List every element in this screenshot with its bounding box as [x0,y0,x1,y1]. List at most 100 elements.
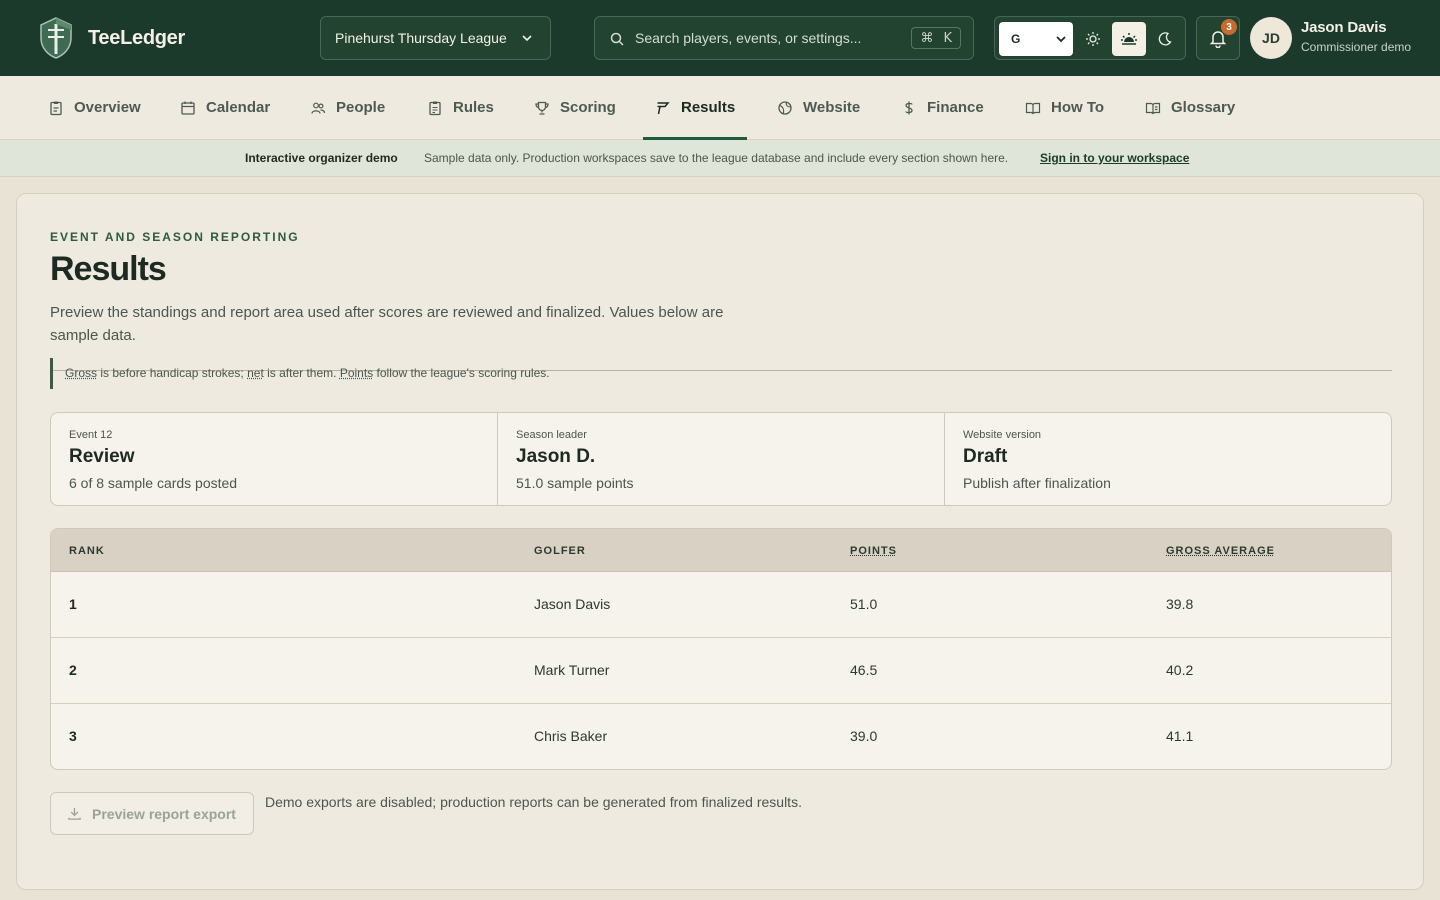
golfer-cell: Mark Turner [534,662,610,678]
column-header-gross-average[interactable]: GROSS AVERAGE [1166,545,1275,557]
sun-icon [1086,32,1100,46]
theme-dark-button[interactable] [1148,22,1182,56]
points-cell: 51.0 [850,596,878,612]
calendar-icon [181,101,195,115]
trophy-icon [535,101,549,115]
tab-label: People [336,99,386,116]
notification-count-badge: 3 [1221,19,1237,35]
tab-label: Overview [74,99,141,116]
shield-logo-icon [40,17,72,59]
stat-value: Jason D. [516,446,596,467]
stat-label: Website version [963,429,1042,441]
stat-season-leader: Season leader Jason D. 51.0 sample point… [498,413,945,505]
league-selector[interactable]: Pinehurst Thursday League [320,16,551,60]
banner-title: Interactive organizer demo [245,151,398,165]
command-key-icon: ⌘ [920,30,934,46]
column-header-rank[interactable]: RANK [69,545,105,557]
tab-calendar[interactable]: Calendar [180,76,270,139]
stat-value: Draft [963,446,1008,467]
column-header-points[interactable]: POINTS [850,545,897,557]
chevron-down-icon [522,35,532,42]
gross-average-cell: 41.1 [1166,728,1194,744]
golfer-cell: Chris Baker [534,728,608,744]
stat-subtext: Publish after finalization [963,475,1111,491]
keyboard-shortcut-hint: ⌘ K [911,27,961,49]
stat-label: Event 12 [69,429,113,441]
sunrise-icon [1121,33,1137,45]
export-note: Demo exports are disabled; production re… [265,794,802,810]
glossary-icon [1145,102,1161,114]
stat-subtext: 51.0 sample points [516,475,634,491]
term-points[interactable]: Points [340,366,373,380]
search-icon [610,32,624,46]
rules-icon [429,101,441,115]
tab-label: How To [1051,99,1105,116]
button-label: Preview report export [92,805,236,822]
banner-text: Sample data only. Production workspaces … [424,151,1009,165]
clipboard-icon [50,101,62,115]
top-bar: TeeLedger Pinehurst Thursday League ⌘ K … [0,0,1440,76]
tab-label: Scoring [560,99,616,116]
tab-label: Finance [927,99,984,116]
results-card: EVENT AND SEASON REPORTING Results Previ… [16,193,1424,890]
people-icon [311,102,326,114]
dollar-icon [905,101,913,114]
term-gross[interactable]: Gross [65,366,97,380]
table-row[interactable]: 1 Jason Davis 51.0 39.8 [51,572,1391,638]
user-role: Commissioner demo [1301,40,1412,54]
main-nav: Overview Calendar People Rules Scoring R… [0,76,1440,140]
search-input[interactable] [635,17,895,59]
sign-in-link[interactable]: Sign in to your workspace [1040,151,1189,165]
summary-stats: Event 12 Review 6 of 8 sample cards post… [50,412,1392,506]
shortcut-key: K [943,30,952,46]
flag-icon [657,101,670,114]
terminology-note: Gross is before handicap strokes; net is… [50,358,1392,389]
tab-glossary[interactable]: Glossary [1145,76,1235,139]
stat-label: Season leader [516,429,587,441]
tab-label: Rules [453,99,494,116]
tab-how-to[interactable]: How To [1025,76,1104,139]
stat-subtext: 6 of 8 sample cards posted [69,475,238,491]
notifications-button[interactable]: 3 [1196,16,1240,60]
tab-overview[interactable]: Overview [48,76,141,139]
tab-finance[interactable]: Finance [901,76,984,139]
stat-event-status: Event 12 Review 6 of 8 sample cards post… [51,413,498,505]
language-select[interactable]: G [999,22,1073,56]
search-box[interactable]: ⌘ K [594,16,974,60]
table-row[interactable]: 3 Chris Baker 39.0 41.1 [51,704,1391,769]
section-eyebrow: EVENT AND SEASON REPORTING [50,230,300,244]
page-description: Preview the standings and report area us… [50,304,724,344]
user-avatar[interactable]: JD [1250,17,1292,59]
stat-value: Review [69,446,135,467]
app-logo[interactable]: TeeLedger [38,16,185,60]
standings-table: RANK GOLFER POINTS GROSS AVERAGE 1 Jason… [50,528,1392,770]
rank-cell: 1 [69,596,77,612]
gross-average-cell: 40.2 [1166,662,1194,678]
league-name: Pinehurst Thursday League [335,30,507,46]
tab-label: Calendar [206,99,271,116]
preview-report-export-button[interactable]: Preview report export [50,792,254,835]
tab-results[interactable]: Results [643,76,748,140]
tab-people[interactable]: People [310,76,385,139]
chevron-down-icon [1056,36,1066,43]
globe-icon [778,100,792,115]
golfer-cell: Jason Davis [534,596,611,612]
book-icon [1025,102,1041,114]
page-title: Results [50,250,167,288]
tab-rules[interactable]: Rules [427,76,494,139]
rank-cell: 3 [69,728,77,744]
term-net[interactable]: net [247,366,264,380]
points-cell: 39.0 [850,728,878,744]
tab-scoring[interactable]: Scoring [534,76,616,139]
download-icon [68,807,81,820]
theme-light-button[interactable] [1076,22,1110,56]
theme-auto-button[interactable] [1112,22,1146,56]
column-header-golfer[interactable]: GOLFER [534,545,586,557]
gross-average-cell: 39.8 [1166,596,1194,612]
table-row[interactable]: 2 Mark Turner 46.5 40.2 [51,638,1391,704]
stat-website-version: Website version Draft Publish after fina… [945,413,1391,505]
tab-website[interactable]: Website [777,76,860,139]
moon-icon [1158,32,1172,46]
display-controls: G [994,16,1186,60]
points-cell: 46.5 [850,662,878,678]
